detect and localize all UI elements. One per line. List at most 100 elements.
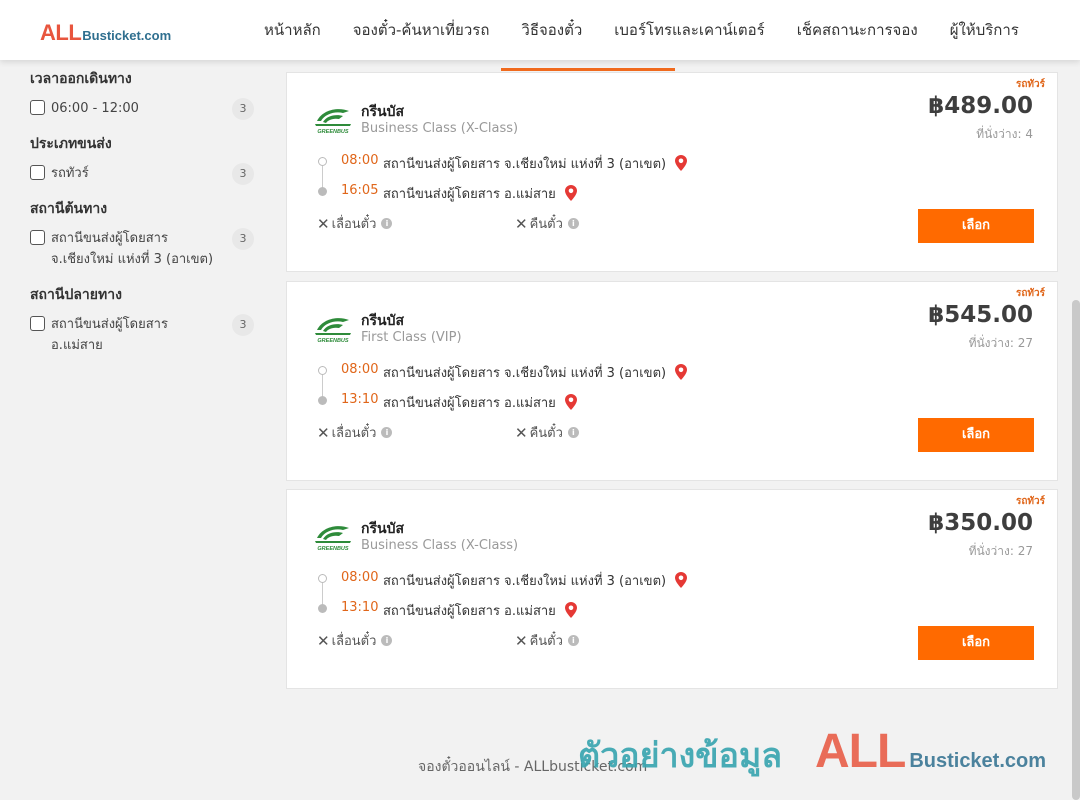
ticket-price: ฿350.00 (928, 510, 1033, 536)
arrival-time: 16:05 (341, 183, 379, 198)
watermark-domain-text: Busticket.com (909, 750, 1047, 772)
filter-option-label[interactable]: 06:00 - 12:00 (51, 98, 219, 119)
info-icon[interactable]: i (381, 218, 393, 229)
filter-count-badge: 3 (232, 98, 254, 120)
svg-text:GREENBUS: GREENBUS (317, 546, 349, 552)
seats-available: ที่นั่งว่าง: 27 (968, 336, 1033, 350)
filter-option[interactable]: รถทัวร์ 3 (30, 163, 260, 185)
filter-title: สถานีต้นทาง (30, 201, 108, 217)
select-trip-button[interactable]: เลือก (918, 626, 1034, 660)
nav-how-to-book[interactable]: วิธีจองตั๋ว (505, 0, 598, 60)
arrival-dot (318, 604, 327, 613)
site-logo[interactable]: ALL Busticket.com (40, 20, 171, 46)
departure-station-name: สถานีขนส่งผู้โดยสาร จ.เชียงใหม่ แห่งที่ … (383, 574, 667, 589)
trip-card: รถทัวร์ GREENBUS กรีนบัส Business Class … (286, 72, 1058, 272)
greenbus-logo-icon: GREENBUS (315, 109, 351, 135)
refund-label: คืนตั๋ว (529, 217, 563, 232)
reschedule-label: เลื่อนตั๋ว (331, 634, 377, 649)
refund-policy[interactable]: ✕ คืนตั๋ว i (515, 630, 579, 651)
vehicle-type-tag: รถทัวร์ (1015, 79, 1045, 90)
filter-checkbox[interactable] (30, 100, 45, 115)
departure-station-name: สถานีขนส่งผู้โดยสาร จ.เชียงใหม่ แห่งที่ … (383, 157, 667, 172)
info-icon[interactable]: i (381, 635, 393, 646)
info-icon[interactable]: i (567, 218, 579, 229)
arrival-station-name: สถานีขนส่งผู้โดยสาร อ.แม่สาย (383, 187, 556, 202)
watermark-logo: ALL Busticket.com (815, 724, 1046, 779)
filter-option-label[interactable]: สถานีขนส่งผู้โดยสาร อ.แม่สาย (51, 314, 219, 356)
departure-station: สถานีขนส่งผู้โดยสาร จ.เชียงใหม่ แห่งที่ … (383, 362, 688, 383)
filter-checkbox[interactable] (30, 230, 45, 245)
nav-phone-counters[interactable]: เบอร์โทรและเคาน์เตอร์ (598, 0, 780, 60)
operator-name: กรีนบัส (361, 104, 404, 120)
trip-card: รถทัวร์ GREENBUS กรีนบัส Business Class … (286, 489, 1058, 689)
arrival-dot (318, 187, 327, 196)
scrollbar-thumb[interactable] (1072, 300, 1080, 800)
info-icon[interactable]: i (567, 427, 579, 438)
filter-option[interactable]: 06:00 - 12:00 3 (30, 98, 260, 120)
filter-option-label[interactable]: สถานีขนส่งผู้โดยสาร จ.เชียงใหม่ แห่งที่ … (51, 228, 219, 270)
greenbus-logo-icon: GREENBUS (315, 318, 351, 344)
ticket-price: ฿489.00 (928, 93, 1033, 119)
map-pin-icon[interactable] (675, 155, 688, 171)
cross-icon: ✕ (317, 631, 330, 650)
vehicle-type-tag: รถทัวร์ (1015, 496, 1045, 507)
info-icon[interactable]: i (381, 427, 393, 438)
cross-icon: ✕ (515, 631, 528, 650)
arrival-station-name: สถานีขนส่งผู้โดยสาร อ.แม่สาย (383, 396, 556, 411)
seats-available: ที่นั่งว่าง: 4 (976, 127, 1033, 141)
filter-option[interactable]: สถานีขนส่งผู้โดยสาร อ.แม่สาย 3 (30, 314, 260, 356)
filter-checkbox[interactable] (30, 316, 45, 331)
departure-dot (318, 366, 327, 375)
nav-book-search[interactable]: จองตั๋ว-ค้นหาเที่ยวรถ (337, 0, 506, 60)
reschedule-policy[interactable]: ✕ เลื่อนตั๋ว i (317, 422, 393, 443)
departure-station-name: สถานีขนส่งผู้โดยสาร จ.เชียงใหม่ แห่งที่ … (383, 366, 667, 381)
departure-dot (318, 157, 327, 166)
map-pin-icon[interactable] (675, 572, 688, 588)
bus-class: First Class (VIP) (361, 330, 462, 345)
reschedule-label: เลื่อนตั๋ว (331, 426, 377, 441)
select-trip-button[interactable]: เลือก (918, 418, 1034, 452)
trip-card: รถทัวร์ GREENBUS กรีนบัส First Class (VI… (286, 281, 1058, 481)
reschedule-label: เลื่อนตั๋ว (331, 217, 377, 232)
active-tab-indicator (501, 68, 675, 71)
filter-option[interactable]: สถานีขนส่งผู้โดยสาร จ.เชียงใหม่ แห่งที่ … (30, 228, 260, 270)
nav-check-booking[interactable]: เช็คสถานะการจอง (781, 0, 934, 60)
cross-icon: ✕ (515, 214, 528, 233)
filter-group-transport-type: ประเภทขนส่ง รถทัวร์ 3 (30, 133, 260, 185)
vehicle-type-tag: รถทัวร์ (1015, 288, 1045, 299)
refund-label: คืนตั๋ว (529, 634, 563, 649)
arrival-station: สถานีขนส่งผู้โดยสาร อ.แม่สาย (383, 183, 577, 204)
filter-option-label[interactable]: รถทัวร์ (51, 163, 219, 184)
greenbus-logo-icon: GREENBUS (315, 526, 351, 552)
refund-label: คืนตั๋ว (529, 426, 563, 441)
filter-group-origin-station: สถานีต้นทาง สถานีขนส่งผู้โดยสาร จ.เชียงใ… (30, 198, 260, 270)
map-pin-icon[interactable] (564, 394, 577, 410)
seats-available: ที่นั่งว่าง: 27 (968, 544, 1033, 558)
map-pin-icon[interactable] (675, 364, 688, 380)
logo-domain-text: Busticket.com (82, 28, 172, 43)
ticket-price: ฿545.00 (928, 302, 1033, 328)
refund-policy[interactable]: ✕ คืนตั๋ว i (515, 213, 579, 234)
bus-class: Business Class (X-Class) (361, 538, 519, 553)
cross-icon: ✕ (317, 423, 330, 442)
nav-operators[interactable]: ผู้ให้บริการ (934, 0, 1035, 60)
info-icon[interactable]: i (567, 635, 579, 646)
reschedule-policy[interactable]: ✕ เลื่อนตั๋ว i (317, 630, 393, 651)
filter-checkbox[interactable] (30, 165, 45, 180)
bus-class: Business Class (X-Class) (361, 121, 519, 136)
nav-home[interactable]: หน้าหลัก (248, 0, 337, 60)
filter-group-destination-station: สถานีปลายทาง สถานีขนส่งผู้โดยสาร อ.แม่สา… (30, 284, 260, 356)
filter-title: เวลาออกเดินทาง (30, 71, 132, 87)
filter-count-badge: 3 (232, 314, 254, 336)
watermark-sample-text: ตัวอย่างข้อมูล (578, 736, 783, 776)
reschedule-policy[interactable]: ✕ เลื่อนตั๋ว i (317, 213, 393, 234)
filter-group-departure-time: เวลาออกเดินทาง 06:00 - 12:00 3 (30, 68, 260, 120)
map-pin-icon[interactable] (564, 185, 577, 201)
departure-dot (318, 574, 327, 583)
select-trip-button[interactable]: เลือก (918, 209, 1034, 243)
arrival-time: 13:10 (341, 600, 379, 615)
operator-name: กรีนบัส (361, 313, 404, 329)
refund-policy[interactable]: ✕ คืนตั๋ว i (515, 422, 579, 443)
filter-title: สถานีปลายทาง (30, 287, 122, 303)
map-pin-icon[interactable] (564, 602, 577, 618)
